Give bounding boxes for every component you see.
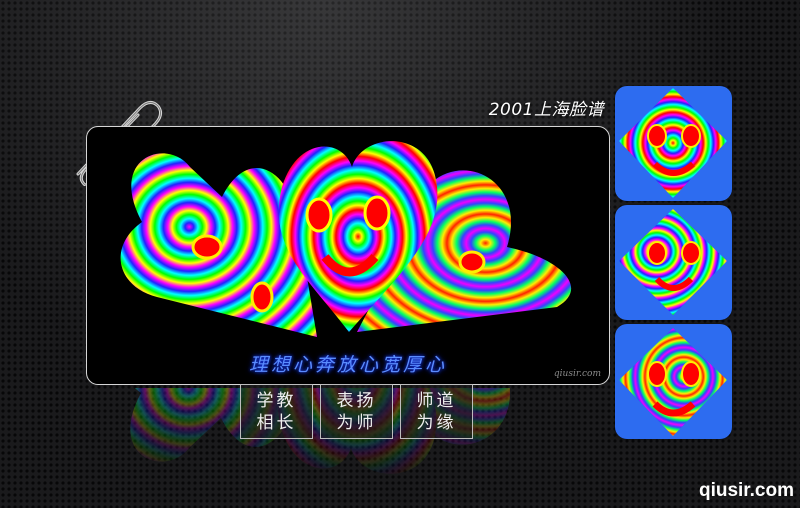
motto-line: 相长 [256,412,297,433]
mask-thumbnail-1[interactable] [615,86,732,201]
motto-line: 学教 [256,390,297,411]
mask-thumbnail-2[interactable] [615,205,732,320]
motto-box-1[interactable]: 学教 相长 [240,384,313,439]
motto-line: 为师 [336,412,377,433]
motto-box-2[interactable]: 表扬 为师 [320,384,393,439]
page-title: 2001上海脸谱 [488,100,604,120]
motto-box-3[interactable]: 师道 为缘 [400,384,473,439]
motto-line: 为缘 [416,412,457,433]
psychedelic-hearts-image [120,141,572,337]
image-watermark: qiusir.com [553,369,601,379]
main-caption: 理想心奔放心宽厚心 [248,354,447,376]
mask-thumbnail-3[interactable] [615,324,732,439]
motto-line: 师道 [416,390,457,411]
main-image-panel: 理想心奔放心宽厚心 qiusir.com [86,126,610,385]
motto-line: 表扬 [336,390,377,411]
site-watermark: qiusir.com [698,480,794,501]
